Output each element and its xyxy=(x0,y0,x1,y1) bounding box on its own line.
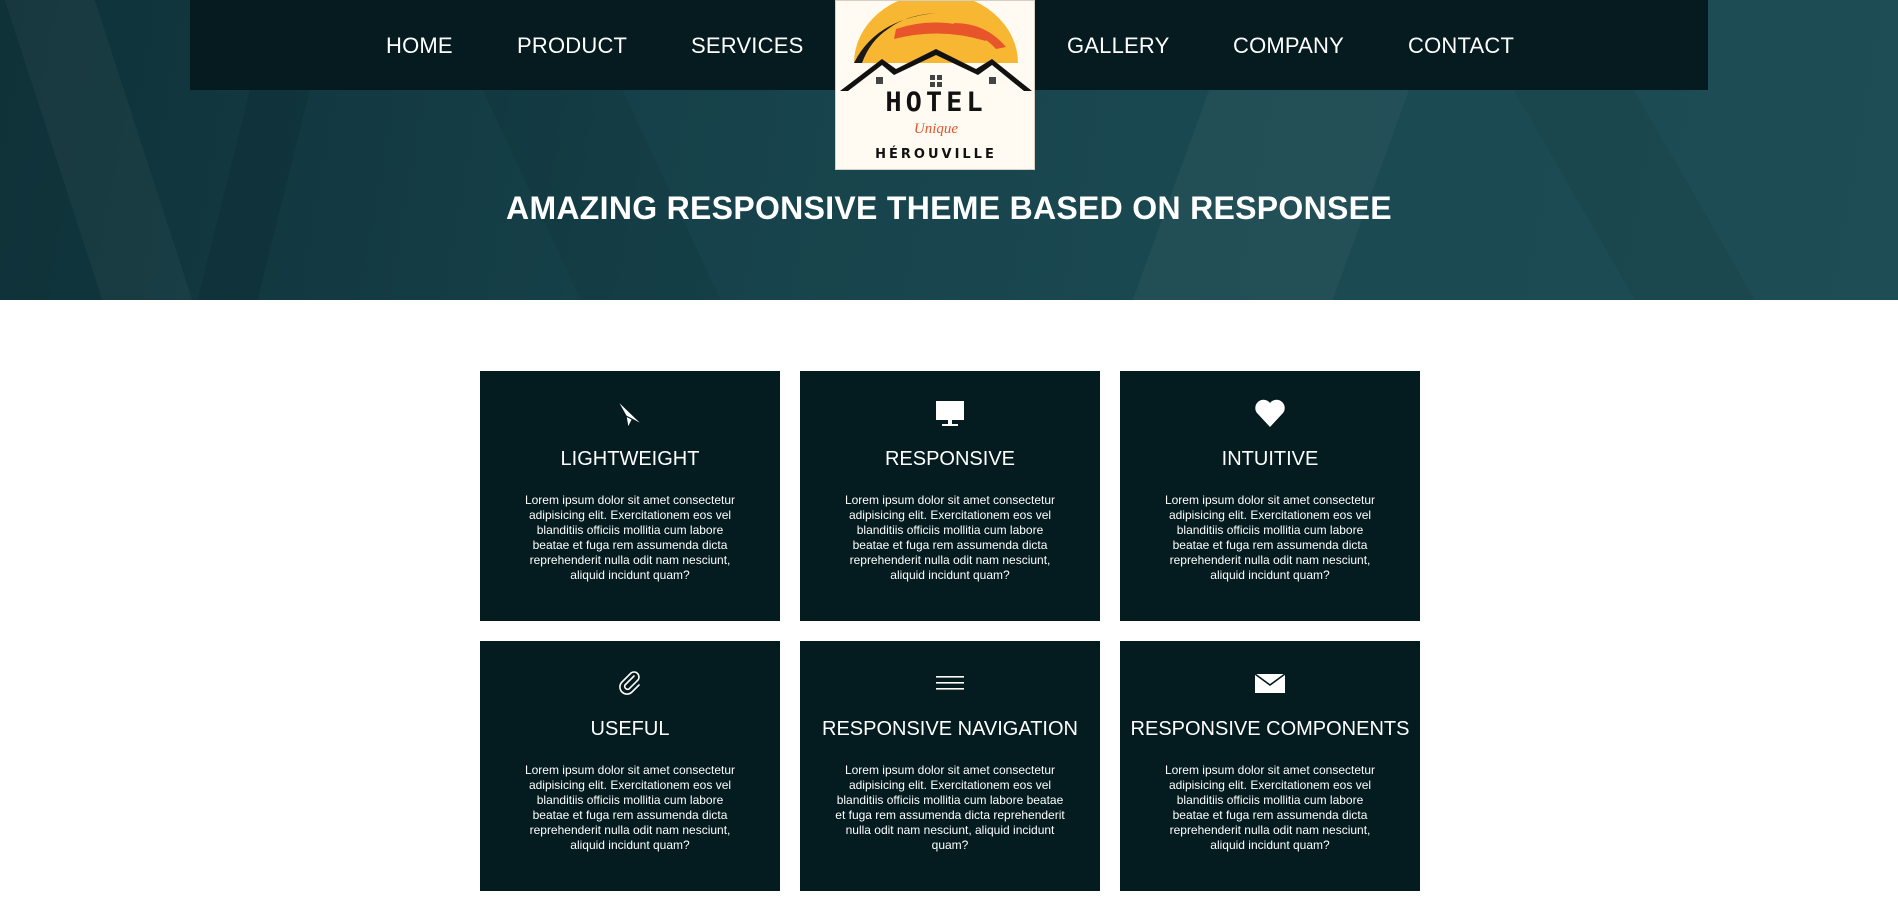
feature-title: INTUITIVE xyxy=(1221,448,1319,470)
nav-gallery[interactable]: GALLERY xyxy=(1067,33,1170,59)
hotel-logo[interactable]: HOTEL Unique HÉROUVILLE xyxy=(835,0,1035,170)
nav-home[interactable]: HOME xyxy=(386,33,453,59)
feature-card-lightweight: LIGHTWEIGHT Lorem ipsum dolor sit amet c… xyxy=(480,371,780,621)
feature-card-useful: USEFUL Lorem ipsum dolor sit amet consec… xyxy=(480,641,780,891)
feature-title: RESPONSIVE COMPONENTS xyxy=(1130,718,1410,740)
paperclip-icon xyxy=(488,666,772,700)
monitor-icon xyxy=(808,396,1092,430)
hero-title: AMAZING RESPONSIVE THEME BASED ON RESPON… xyxy=(506,190,1392,226)
feature-description: Lorem ipsum dolor sit amet consectetur a… xyxy=(524,493,736,582)
feature-title: USEFUL xyxy=(590,718,670,740)
hero-banner: HOME PRODUCT SERVICES GALLERY COMPANY CO… xyxy=(0,0,1898,300)
feature-description: Lorem ipsum dolor sit amet consectetur a… xyxy=(524,763,736,852)
nav-contact[interactable]: CONTACT xyxy=(1408,33,1514,59)
feature-title: LIGHTWEIGHT xyxy=(560,448,700,470)
paper-plane-icon xyxy=(488,396,772,430)
logo-hotel-text: HOTEL xyxy=(885,87,987,118)
feature-description: Lorem ipsum dolor sit amet consectetur a… xyxy=(835,763,1065,852)
feature-card-intuitive: INTUITIVE Lorem ipsum dolor sit amet con… xyxy=(1120,371,1420,621)
feature-description: Lorem ipsum dolor sit amet consectetur a… xyxy=(1164,763,1376,852)
nav-product[interactable]: PRODUCT xyxy=(517,33,627,59)
nav-company[interactable]: COMPANY xyxy=(1233,33,1344,59)
logo-unique-text: Unique xyxy=(913,121,959,137)
features-grid: LIGHTWEIGHT Lorem ipsum dolor sit amet c… xyxy=(480,371,1420,891)
hotel-logo-graphic xyxy=(840,1,1032,91)
feature-card-responsive-components: RESPONSIVE COMPONENTS Lorem ipsum dolor … xyxy=(1120,641,1420,891)
heart-icon xyxy=(1128,396,1412,430)
feature-card-responsive-navigation: RESPONSIVE NAVIGATION Lorem ipsum dolor … xyxy=(800,641,1100,891)
feature-title: RESPONSIVE xyxy=(884,448,1016,470)
nav-services[interactable]: SERVICES xyxy=(691,33,803,59)
feature-card-responsive: RESPONSIVE Lorem ipsum dolor sit amet co… xyxy=(800,371,1100,621)
feature-description: Lorem ipsum dolor sit amet consectetur a… xyxy=(844,493,1056,582)
feature-description: Lorem ipsum dolor sit amet consectetur a… xyxy=(1164,493,1376,582)
hero-background-shape xyxy=(0,0,218,300)
envelope-icon xyxy=(1128,666,1412,700)
feature-title: RESPONSIVE NAVIGATION xyxy=(822,718,1078,740)
menu-icon xyxy=(808,666,1092,700)
logo-city-text: HÉROUVILLE xyxy=(875,147,997,162)
